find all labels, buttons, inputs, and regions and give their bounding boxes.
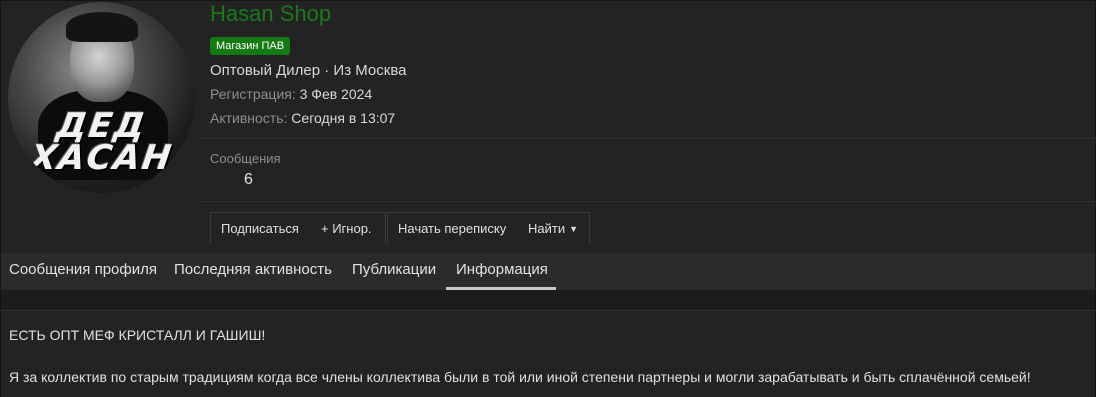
- registration-label: Регистрация:: [210, 86, 296, 102]
- avatar-logo-text-2: ХАСАН: [27, 138, 176, 178]
- messages-stat-value[interactable]: 6: [244, 171, 253, 189]
- about-text-line: Я за коллектив по старым традициям когда…: [9, 369, 1031, 385]
- about-text-line: ЕСТЬ ОПТ МЕФ КРИСТАЛЛ И ГАШИШ!: [9, 327, 266, 343]
- activity-row: Активность: Сегодня в 13:07: [210, 110, 395, 126]
- divider: [196, 201, 1096, 202]
- follow-button-group: Подписаться + Игнор.: [210, 212, 386, 243]
- contact-button-group: Начать переписку Найти ▼: [387, 212, 590, 243]
- tab-profile-posts[interactable]: Сообщения профиля: [9, 253, 157, 290]
- ignore-button[interactable]: + Игнор.: [321, 221, 372, 236]
- caret-down-icon: ▼: [569, 224, 579, 234]
- activity-value[interactable]: Сегодня в 13:07: [291, 110, 395, 126]
- user-title: Оптовый Дилер · Из Москва: [210, 62, 407, 79]
- start-conversation-button[interactable]: Начать переписку: [398, 221, 506, 236]
- tab-about[interactable]: Информация: [446, 253, 556, 290]
- about-content: ЕСТЬ ОПТ МЕФ КРИСТАЛЛ И ГАШИШ! Я за колл…: [0, 310, 1096, 397]
- username[interactable]: Hasan Shop: [210, 1, 331, 27]
- profile-tabs: Сообщения профиля Последняя активность П…: [0, 253, 1096, 290]
- subscribe-button[interactable]: Подписаться: [221, 221, 299, 236]
- find-button[interactable]: Найти ▼: [528, 221, 578, 236]
- messages-stat-label: Сообщения: [210, 151, 281, 166]
- registration-row: Регистрация: 3 Фев 2024: [210, 86, 372, 102]
- tab-postings[interactable]: Публикации: [352, 253, 436, 290]
- tab-content-separator: [0, 290, 1096, 310]
- find-button-label: Найти: [528, 221, 566, 236]
- tab-latest-activity[interactable]: Последняя активность: [174, 253, 332, 290]
- divider: [196, 138, 1096, 139]
- activity-label: Активность:: [210, 110, 288, 126]
- registration-value: 3 Фев 2024: [299, 86, 373, 102]
- user-banner: Магазин ПАВ: [210, 37, 291, 55]
- avatar[interactable]: ДЕД ХАСАН: [8, 2, 195, 193]
- avatar-hair-shape: [66, 12, 138, 42]
